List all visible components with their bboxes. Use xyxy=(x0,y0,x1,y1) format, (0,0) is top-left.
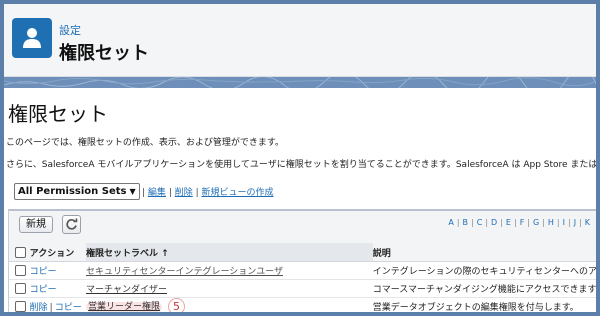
new-view-link[interactable]: 新規ビューの作成 xyxy=(202,188,274,198)
delete-link[interactable]: 削除 xyxy=(30,303,48,312)
permission-set-link[interactable]: マーチャンダイザー xyxy=(86,285,167,295)
alpha-filter-e[interactable]: E xyxy=(506,218,511,227)
table-row: コピー マーチャンダイザー コマースマーチャンダイジング機能にアクセスできます xyxy=(9,279,596,298)
alpha-filter-j[interactable]: J xyxy=(574,218,576,227)
copy-link[interactable]: コピー xyxy=(30,285,57,295)
permission-set-link[interactable]: セキュリティセンターインテグレーションユーザ xyxy=(86,267,283,277)
page-description-salesforcea: さらに、SalesforceA モバイルアプリケーションを使用してユーザに権限セ… xyxy=(6,160,600,170)
page-title: 権限セット xyxy=(8,102,108,126)
list-panel: 新規 A | B | C | D | E | F | G | H | I | J | K アクション 権限セットラベル … xyxy=(8,209,596,313)
alpha-filter-b[interactable]: B xyxy=(463,218,469,227)
breadcrumb[interactable]: 設定 xyxy=(59,22,81,38)
copy-link[interactable]: コピー xyxy=(30,267,57,277)
select-all-cell xyxy=(9,243,30,262)
delete-view-link[interactable]: 削除 xyxy=(175,188,193,198)
refresh-button[interactable] xyxy=(62,215,81,234)
permission-set-link[interactable]: 営業リーダー権限 xyxy=(88,302,160,312)
view-links: | 編集 | 削除 | 新規ビューの作成 xyxy=(142,185,274,198)
row-checkbox[interactable] xyxy=(15,301,26,312)
chevron-down-icon: ▼ xyxy=(129,187,136,196)
view-separator: | xyxy=(195,188,199,198)
alpha-filter-i[interactable]: I xyxy=(563,218,565,227)
column-header-action: アクション xyxy=(29,243,87,262)
user-icon xyxy=(12,18,52,58)
view-separator: | xyxy=(168,188,172,198)
column-header-description[interactable]: 説明 xyxy=(372,243,596,262)
column-header-label[interactable]: 権限セットラベル ↑ xyxy=(86,243,373,262)
table-row: 削除 | コピー 営業リーダー権限 5 営業データオブジェクトの編集権限を付与します。 xyxy=(9,297,596,313)
select-all-checkbox[interactable] xyxy=(15,246,26,258)
view-separator: | xyxy=(142,188,146,198)
step-marker-badge: 5 xyxy=(168,298,186,312)
alpha-filter-h[interactable]: H xyxy=(548,218,554,227)
refresh-icon xyxy=(66,218,78,230)
decorative-band xyxy=(4,77,596,88)
alpha-filter-c[interactable]: C xyxy=(477,218,483,227)
row-checkbox[interactable] xyxy=(15,265,26,276)
copy-link[interactable]: コピー xyxy=(55,303,82,312)
row-description: 営業データオブジェクトの編集権限を付与します。 xyxy=(372,297,596,312)
action-separator: | xyxy=(49,303,53,313)
alpha-filter-g[interactable]: G xyxy=(533,218,539,227)
row-description: インテグレーションの際のセキュリティセンターへのア xyxy=(372,261,596,280)
app-window: 設定 権限セット 権限セット このページでは、権限セットの作成、表示、および管理… xyxy=(0,0,600,316)
new-button[interactable]: 新規 xyxy=(19,216,53,233)
table-row: コピー セキュリティセンターインテグレーションユーザ インテグレーションの際のセ… xyxy=(9,261,596,280)
edit-view-link[interactable]: 編集 xyxy=(148,188,166,198)
header-title: 権限セット xyxy=(59,43,149,64)
view-select-value: All Permission Sets xyxy=(18,186,127,197)
setup-header: 設定 権限セット xyxy=(4,4,596,77)
row-description: コマースマーチャンダイジング機能にアクセスできます xyxy=(372,279,596,298)
alpha-filter-f[interactable]: F xyxy=(520,218,525,227)
page-description: このページでは、権限セットの作成、表示、および管理ができます。 xyxy=(6,138,284,148)
alpha-filter-d[interactable]: D xyxy=(491,218,497,227)
permission-sets-table: アクション 権限セットラベル ↑ 説明 コピー セキュリティセンターインテグレー… xyxy=(9,243,596,313)
row-checkbox[interactable] xyxy=(15,283,26,294)
alpha-filter-a[interactable]: A xyxy=(448,218,453,227)
alphabet-filter: A | B | C | D | E | F | G | H | I | J | K xyxy=(448,218,590,227)
table-header-row: アクション 権限セットラベル ↑ 説明 xyxy=(9,243,596,262)
view-select[interactable]: All Permission Sets ▼ xyxy=(14,183,140,200)
alpha-filter-k[interactable]: K xyxy=(585,218,590,227)
